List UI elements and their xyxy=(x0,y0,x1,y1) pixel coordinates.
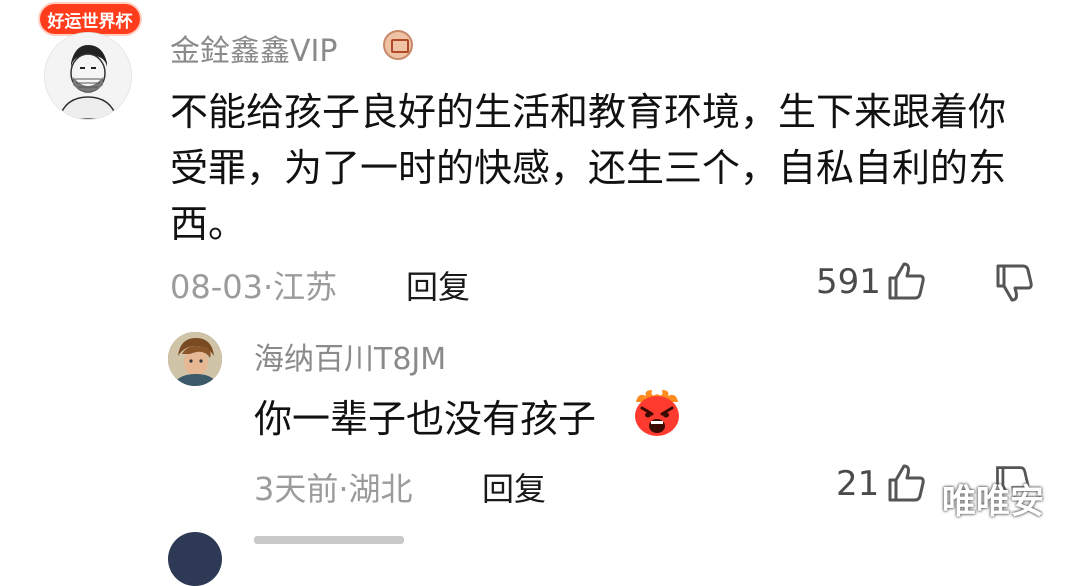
next-comment-username-stub xyxy=(254,536,404,544)
comment-date: 08-03 xyxy=(170,268,263,306)
comment-username[interactable]: 金銓鑫鑫VIP xyxy=(170,26,337,70)
reply-avatar-image xyxy=(168,332,222,386)
event-badge-label: 好运世界杯 xyxy=(47,11,133,32)
avatar-image xyxy=(45,33,131,119)
like-count: 591 xyxy=(816,262,881,302)
screaming-face-emoji xyxy=(630,388,684,438)
reply-content: 你一辈子也没有孩子 xyxy=(254,397,597,441)
meta-separator: · xyxy=(338,470,349,508)
reply-location: 湖北 xyxy=(348,470,413,508)
reply-button[interactable]: 回复 xyxy=(406,262,470,308)
reply-meta: 3天前·湖北 xyxy=(254,464,413,510)
thumbs-up-icon[interactable] xyxy=(884,460,928,504)
watermark: 唯唯安 xyxy=(942,482,1044,522)
reply-avatar[interactable] xyxy=(168,332,222,386)
comment-content: 不能给孩子良好的生活和教育环境，生下来跟着你受罪，为了一时的快感，还生三个，自私… xyxy=(170,90,1007,246)
next-comment-avatar[interactable] xyxy=(168,532,222,586)
event-badge: 好运世界杯 xyxy=(40,4,140,34)
avatar[interactable] xyxy=(44,32,132,120)
thumbs-down-icon[interactable] xyxy=(992,262,1036,306)
meta-separator: · xyxy=(262,268,274,306)
vip-icon xyxy=(383,30,413,60)
reply-like-count: 21 xyxy=(836,464,880,504)
thumbs-up-icon[interactable] xyxy=(884,258,928,302)
comment-meta: 08-03·江苏 xyxy=(170,262,337,308)
reply-username[interactable]: 海纳百川T8JM xyxy=(254,334,446,378)
reply-date: 3天前 xyxy=(254,470,339,508)
comment-location: 江苏 xyxy=(273,268,338,306)
reply-reply-button[interactable]: 回复 xyxy=(482,464,546,510)
